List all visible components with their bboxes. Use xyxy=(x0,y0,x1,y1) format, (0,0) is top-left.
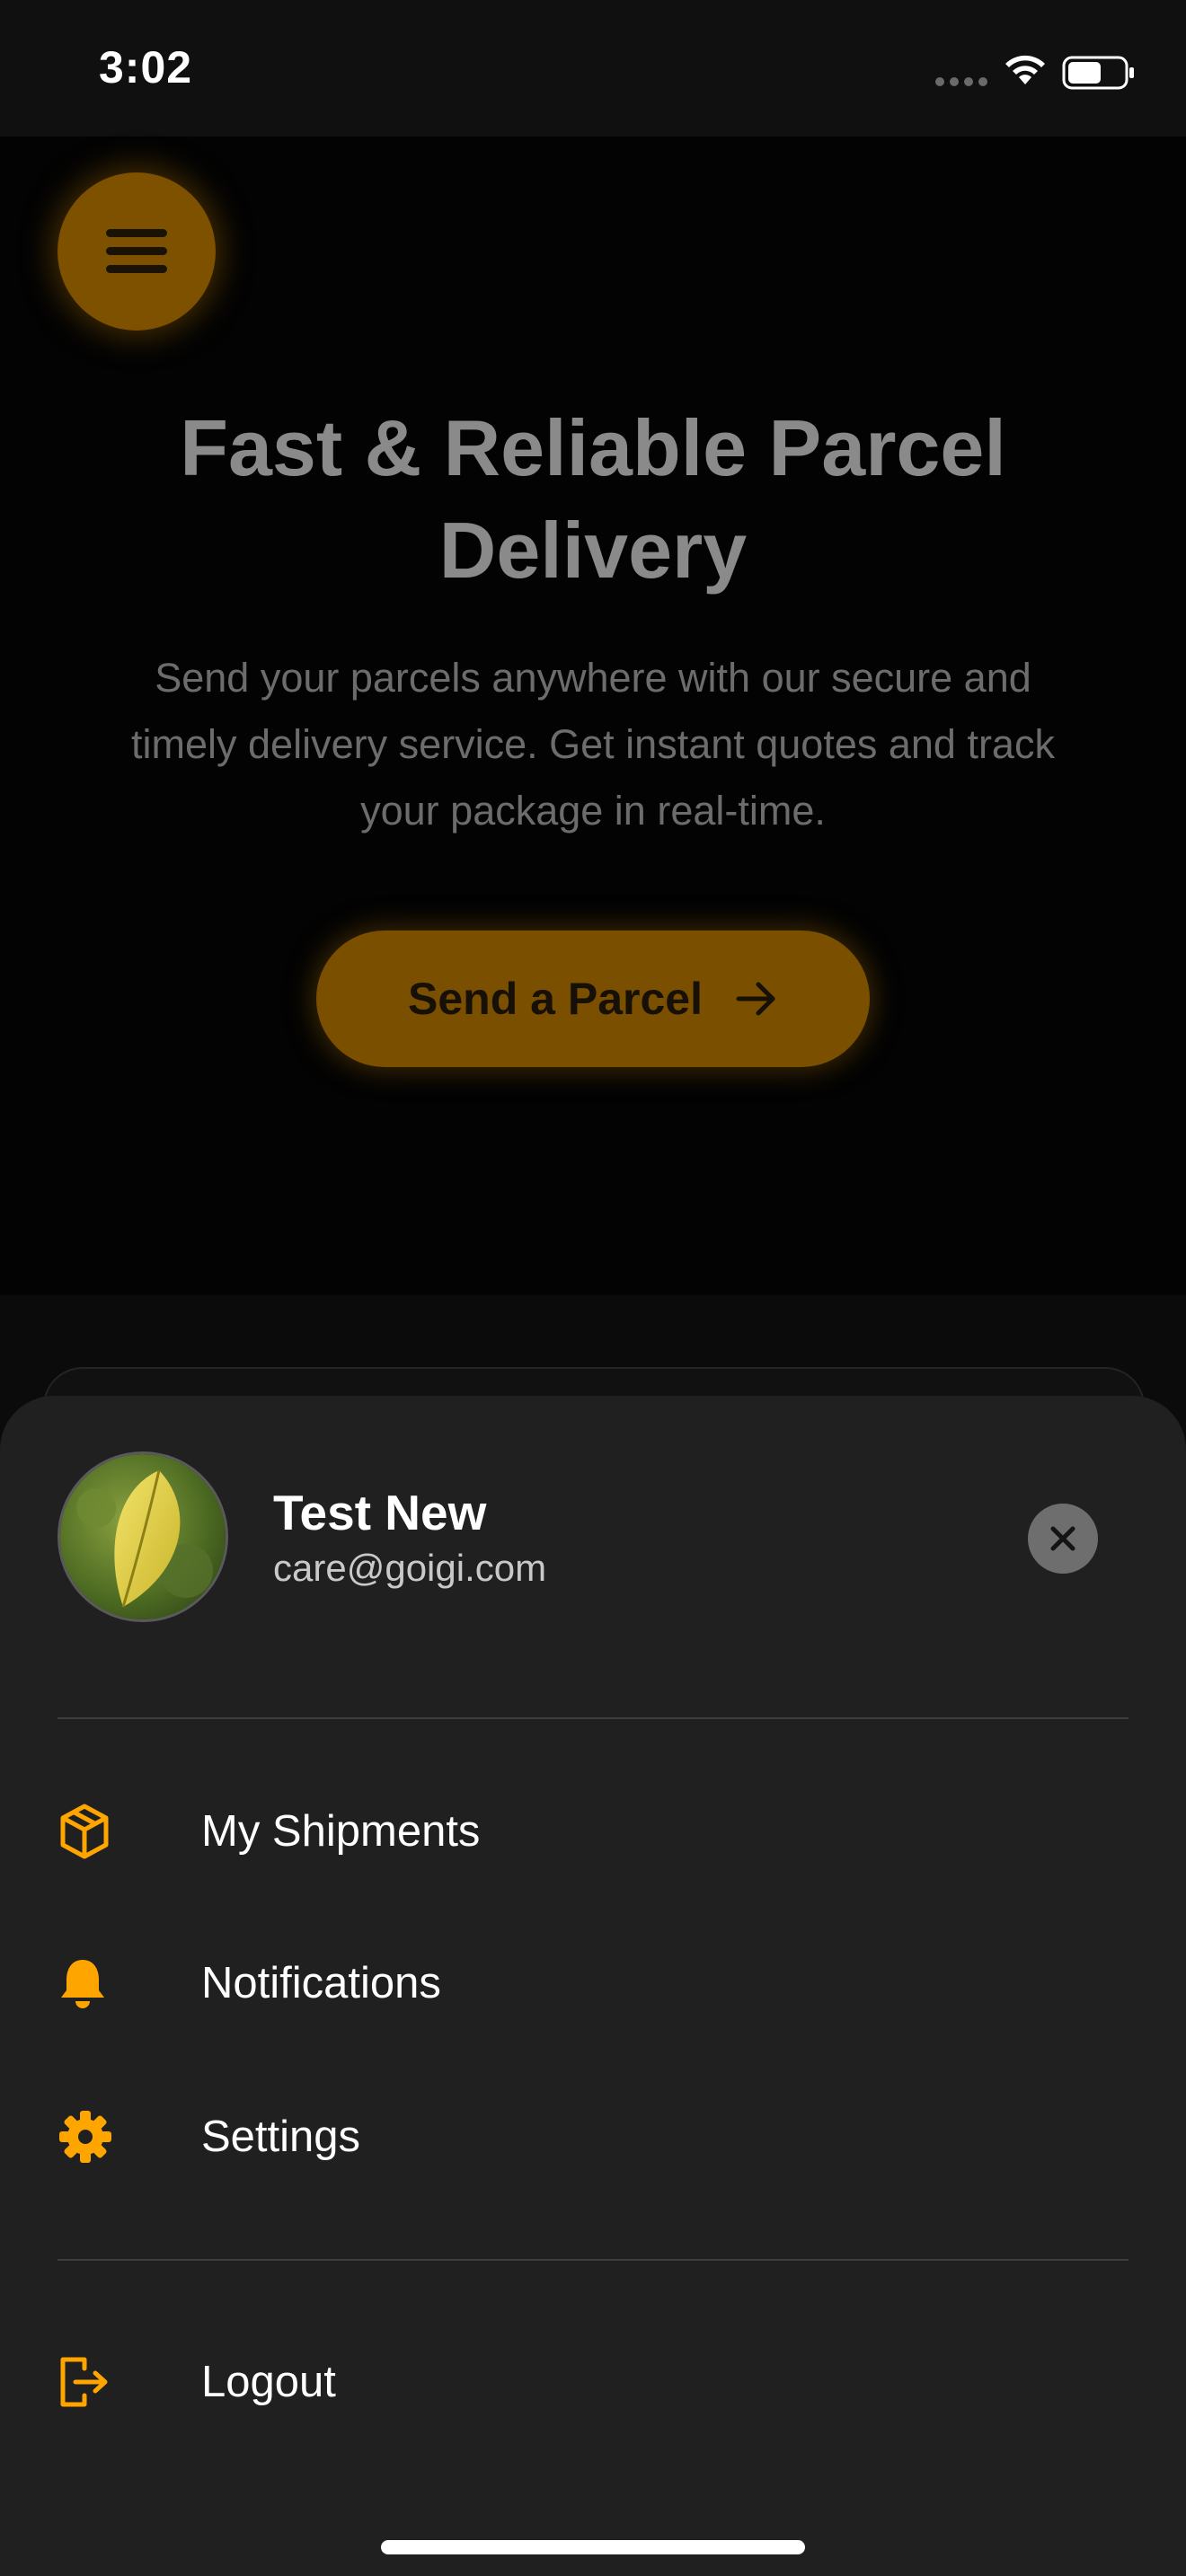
gear-icon xyxy=(59,2111,111,2163)
status-time: 3:02 xyxy=(99,42,193,93)
wifi-icon xyxy=(1005,55,1045,84)
menu-item-label: Settings xyxy=(201,2113,361,2161)
menu-item-my-shipments[interactable]: My Shipments xyxy=(58,1782,1128,1881)
close-drawer-button[interactable] xyxy=(1028,1504,1098,1574)
menu-button[interactable] xyxy=(58,172,216,331)
arrow-right-icon xyxy=(736,982,775,1016)
package-icon xyxy=(60,1804,109,1859)
send-parcel-button[interactable]: Send a Parcel xyxy=(316,931,870,1067)
logout-icon xyxy=(60,2357,108,2407)
bell-icon xyxy=(61,1960,104,2008)
battery-icon xyxy=(1062,56,1134,90)
user-name: Test New xyxy=(273,1485,487,1540)
menu-item-notifications[interactable]: Notifications xyxy=(58,1934,1128,2033)
menu-item-label: Notifications xyxy=(201,1959,441,2007)
menu-item-label: My Shipments xyxy=(201,1807,481,1856)
menu-item-settings[interactable]: Settings xyxy=(58,2087,1128,2186)
send-parcel-label: Send a Parcel xyxy=(408,974,703,1024)
cellular-dots-icon xyxy=(935,77,987,86)
hero-title: Fast & Reliable Parcel Delivery xyxy=(180,403,1006,595)
avatar xyxy=(58,1451,228,1622)
hero-subtitle: Send your parcels anywhere with our secu… xyxy=(131,655,1055,834)
close-icon xyxy=(1050,1526,1075,1551)
status-bar: 3:02 xyxy=(0,0,1186,137)
user-email: care@goigi.com xyxy=(273,1547,547,1589)
drawer-divider-top xyxy=(58,1717,1128,1719)
drawer-divider-bottom xyxy=(58,2259,1128,2261)
hamburger-icon xyxy=(106,229,167,273)
leaf-photo-avatar xyxy=(60,1454,226,1619)
menu-item-logout[interactable]: Logout xyxy=(58,2333,1128,2431)
home-indicator[interactable] xyxy=(381,2540,805,2554)
menu-item-label: Logout xyxy=(201,2358,336,2406)
